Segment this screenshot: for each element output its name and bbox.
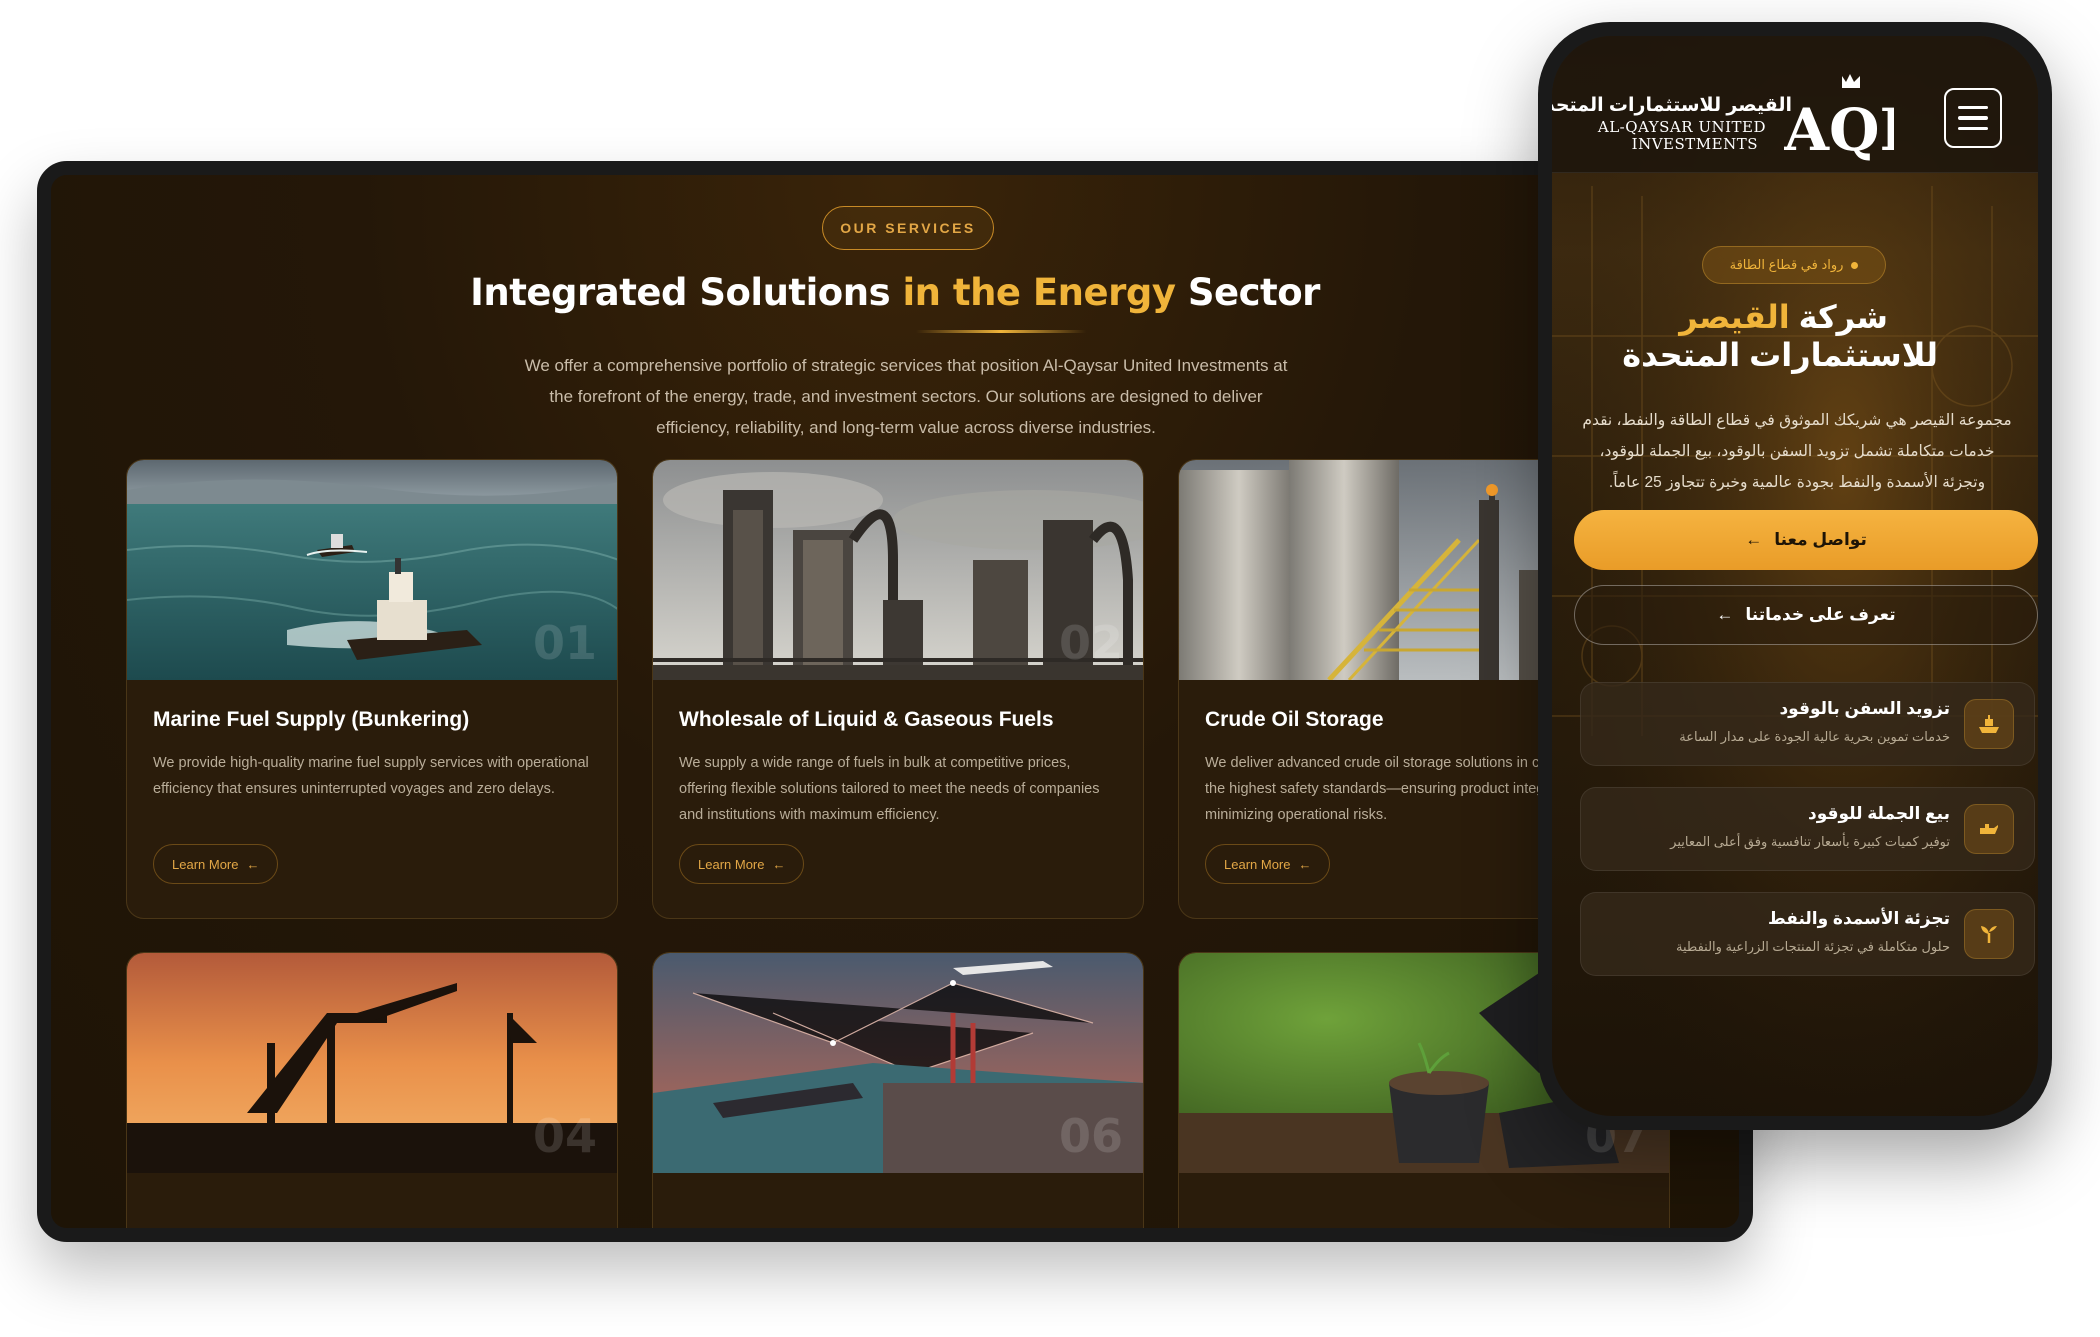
menu-line [1958, 126, 1988, 131]
hero-badge-label: رواد في قطاع الطاقة [1729, 257, 1844, 272]
menu-line [1958, 105, 1988, 110]
hero-description: مجموعة القيصر هي شريكك الموثوق في قطاع ا… [1582, 412, 2012, 491]
sprout-icon [1964, 909, 2014, 959]
card-image-refinery: 02 [653, 460, 1143, 680]
mobile-service-item[interactable]: تزويد السفن بالوقود خدمات تموين بحرية عا… [1580, 682, 2035, 766]
oil-can-icon [1964, 804, 2014, 854]
service-title: تجزئة الأسمدة والنفط [1768, 909, 1950, 928]
service-card-wholesale[interactable]: 02 Wholesale of Liquid & Gaseous Fuels W… [652, 459, 1144, 919]
learn-more-button[interactable]: Learn More ← [679, 844, 805, 884]
card-image-port-cranes: 04 [127, 953, 617, 1173]
learn-more-label: Learn More [172, 856, 239, 872]
logo-mark-text: AQI [1784, 96, 1894, 162]
section-heading: Integrated Solutions in the Energy Secto… [51, 271, 1739, 314]
logo-english-line2: INVESTMENTS [1631, 135, 1758, 153]
service-title: تزويد السفن بالوقود [1779, 699, 1950, 718]
service-description: توفير كميات كبيرة بأسعار تنافسية وفق أعل… [1670, 834, 1950, 849]
card-number: 02 [1058, 616, 1123, 670]
card-title: Marine Fuel Supply (Bunkering) [153, 708, 470, 731]
arrow-left-icon: ← [1716, 605, 1734, 624]
hero-title-highlight: القيصر [1679, 299, 1790, 335]
ship-icon [1964, 699, 2014, 749]
service-card-port[interactable]: 04 [126, 952, 618, 1228]
service-card-logistics[interactable]: 06 [652, 952, 1144, 1228]
heading-part1: Integrated Solutions [470, 271, 903, 314]
service-card-bunkering[interactable]: 01 Marine Fuel Supply (Bunkering) We pro… [126, 459, 618, 919]
logo-arabic-text: القيصر للاستثمارات المتحدة [1552, 95, 1792, 116]
mobile-screen: القيصر للاستثمارات المتحدة AL-QAYSAR UNI… [1552, 36, 2038, 1116]
mobile-header: القيصر للاستثمارات المتحدة AL-QAYSAR UNI… [1552, 36, 2038, 173]
hero-title-part1: شركة [1789, 299, 1888, 335]
card-number: 04 [532, 1109, 597, 1163]
learn-more-button[interactable]: Learn More ← [1205, 844, 1331, 884]
service-title: بيع الجملة للوقود [1808, 804, 1950, 823]
learn-more-label: Learn More [1224, 856, 1291, 872]
service-description: حلول متكاملة في تجزئة المنتجات الزراعية … [1676, 939, 1950, 954]
explore-services-label: تعرف على خدماتنا [1745, 605, 1896, 624]
heading-part2: Sector [1175, 271, 1321, 314]
services-section: OUR SERVICES Integrated Solutions in the… [51, 175, 1739, 1228]
arrow-left-icon: ← [772, 856, 786, 872]
card-description: We provide high-quality marine fuel supp… [153, 755, 589, 797]
heading-divider [916, 330, 1086, 333]
aqi-logo-icon: AQI [1784, 74, 1894, 162]
arrow-left-icon: ← [1745, 530, 1763, 549]
mobile-service-item[interactable]: بيع الجملة للوقود توفير كميات كبيرة بأسع… [1580, 787, 2035, 871]
hero-badge: رواد في قطاع الطاقة [1702, 246, 1886, 284]
hamburger-menu-button[interactable] [1944, 88, 2002, 148]
service-description: خدمات تموين بحرية عالية الجودة على مدار … [1679, 729, 1950, 744]
card-number: 01 [532, 616, 597, 670]
hero-title-line1: شركة القيصر [1679, 298, 1888, 336]
learn-more-label: Learn More [698, 856, 765, 872]
card-title: Wholesale of Liquid & Gaseous Fuels [679, 708, 1054, 731]
hero-title-line2: للاستثمارات المتحدة [1622, 337, 1938, 373]
card-image-tugboat: 01 [127, 460, 617, 680]
contact-us-label: تواصل معنا [1774, 530, 1867, 549]
desktop-mockup: OUR SERVICES Integrated Solutions in the… [37, 161, 1753, 1242]
learn-more-button[interactable]: Learn More ← [153, 844, 279, 884]
heading-highlight: in the Energy [902, 271, 1176, 314]
section-intro: We offer a comprehensive portfolio of st… [524, 356, 1288, 437]
card-title: Crude Oil Storage [1205, 708, 1384, 731]
card-image-global-logistics: 06 [653, 953, 1143, 1173]
card-number: 06 [1058, 1109, 1123, 1163]
arrow-left-icon: ← [246, 856, 260, 872]
card-description: We supply a wide range of fuels in bulk … [679, 755, 1100, 823]
arrow-left-icon: ← [1298, 856, 1312, 872]
contact-us-button[interactable]: تواصل معنا ← [1574, 510, 2038, 570]
badge-dot-icon [1851, 261, 1859, 269]
mobile-service-item[interactable]: تجزئة الأسمدة والنفط حلول متكاملة في تجز… [1580, 892, 2035, 976]
logo-english-line1: AL-QAYSAR UNITED [1597, 118, 1766, 136]
menu-line [1958, 116, 1988, 120]
phone-mockup: القيصر للاستثمارات المتحدة AL-QAYSAR UNI… [1538, 22, 2052, 1130]
section-badge: OUR SERVICES [822, 206, 994, 250]
explore-services-button[interactable]: تعرف على خدماتنا ← [1574, 585, 2038, 645]
